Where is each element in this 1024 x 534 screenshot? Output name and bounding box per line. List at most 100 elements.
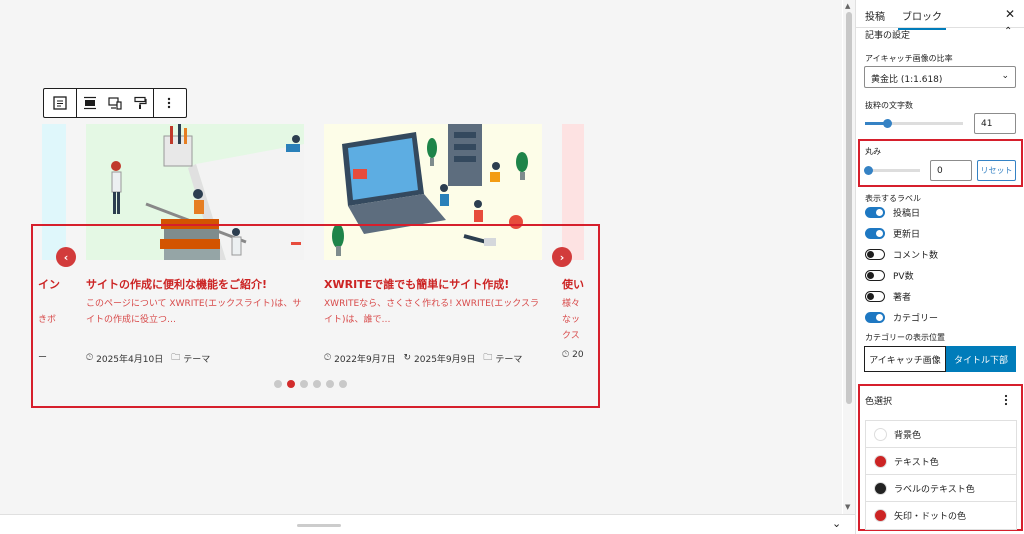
carousel-dot[interactable]	[300, 380, 308, 388]
toggle-row[interactable]: コメント数	[865, 248, 938, 261]
clock-icon: 🕒︎	[86, 353, 94, 363]
color-option-label: テキスト色	[894, 457, 939, 468]
toggle-switch[interactable]	[865, 291, 885, 302]
toggle-row[interactable]: 更新日	[865, 227, 920, 240]
card-thumbnail	[86, 124, 304, 260]
devices-icon	[108, 97, 122, 110]
color-option-label: 矢印・ドットの色	[894, 512, 967, 522]
carousel-dot[interactable]	[287, 380, 295, 388]
align-button[interactable]	[77, 89, 103, 117]
toggle-row[interactable]: 著者	[865, 290, 911, 303]
category-position-label: カテゴリーの表示位置	[865, 333, 945, 342]
toggle-row[interactable]: カテゴリー	[865, 311, 938, 324]
toggle-knob	[867, 251, 874, 258]
option-below-title[interactable]: タイトル下部	[946, 346, 1016, 372]
editor-canvas[interactable]: イン きボ ー サイトの作成に便利な機能をご紹介! このページについて XWRI…	[0, 0, 842, 514]
chevron-left-icon: ‹	[63, 250, 69, 264]
settings-sidebar: 投稿 ブロック ✕ 記事の設定 ⌃ アイキャッチ画像の比率 黄金比 (1:1.6…	[855, 0, 1024, 534]
carousel-next-button[interactable]: ›	[552, 247, 572, 267]
excerpt-length-label: 抜粋の文字数	[865, 101, 913, 110]
tab-post[interactable]: 投稿	[865, 8, 885, 23]
color-swatch	[874, 427, 887, 441]
toggle-label: 更新日	[893, 230, 921, 240]
toggle-switch[interactable]	[865, 249, 885, 260]
updated-date: 2025年9月9日	[414, 354, 476, 365]
color-option-label: ラベルのテキスト色	[894, 484, 975, 495]
toggle-switch[interactable]	[865, 207, 885, 218]
excerpt-length-input[interactable]: 41	[974, 113, 1016, 134]
carousel-dot[interactable]	[274, 380, 282, 388]
option-eyecatch[interactable]: アイキャッチ画像	[864, 346, 946, 372]
folder-icon: 🗀	[171, 353, 181, 363]
illustration-image	[86, 124, 304, 260]
radius-slider[interactable]	[864, 166, 920, 175]
toggle-switch[interactable]	[865, 270, 885, 281]
card-excerpt: XWRITEなら、さくさく作れる! XWRITE(エックスライト)は、誰で…	[324, 299, 540, 325]
labels-title: 表示するラベル	[865, 194, 921, 203]
aspect-select[interactable]: 黄金比 (1:1.618) ⌄	[864, 66, 1016, 88]
scroll-up-icon[interactable]: ▲	[845, 2, 850, 10]
card-meta: ー	[38, 350, 50, 363]
illustration-image	[324, 124, 542, 260]
more-vertical-icon[interactable]	[1004, 391, 1008, 410]
more-options-button[interactable]	[154, 89, 184, 117]
post-category[interactable]: テーマ	[183, 352, 210, 365]
tab-block[interactable]: ブロック	[898, 8, 946, 30]
post-category[interactable]: テーマ	[495, 352, 522, 365]
card-meta-text: 20	[572, 350, 584, 360]
card-thumbnail	[562, 124, 584, 260]
reset-button[interactable]: リセット	[977, 160, 1016, 181]
color-swatch	[874, 454, 887, 468]
card-meta: 🕒︎ 20	[562, 350, 584, 360]
color-option[interactable]: テキスト色	[866, 448, 1016, 475]
color-option[interactable]: 矢印・ドットの色	[866, 502, 1016, 529]
device-preview-button[interactable]	[103, 89, 127, 117]
chevron-up-icon[interactable]: ⌃	[1004, 26, 1012, 37]
toggle-row[interactable]: PV数	[865, 269, 914, 282]
toggle-switch[interactable]	[865, 312, 885, 323]
more-vertical-icon	[167, 97, 171, 109]
carousel-dot[interactable]	[326, 380, 334, 388]
chevron-down-icon[interactable]: ⌄	[832, 517, 841, 530]
aspect-label: アイキャッチ画像の比率	[865, 54, 953, 63]
toggle-knob	[876, 314, 883, 321]
close-icon[interactable]: ✕	[1005, 7, 1015, 21]
color-option[interactable]: ラベルのテキスト色	[866, 475, 1016, 502]
card-title[interactable]: XWRITEで誰でも簡単にサイト作成!	[324, 276, 544, 292]
carousel-dot[interactable]	[339, 380, 347, 388]
color-section-title: 色選択	[865, 397, 893, 407]
color-swatch	[874, 481, 887, 495]
resize-handle[interactable]	[297, 524, 341, 527]
slider-handle[interactable]	[864, 166, 873, 175]
post-date: 2025年4月10日	[96, 354, 164, 365]
block-list-icon	[53, 96, 67, 110]
card-title[interactable]: サイトの作成に便利な機能をご紹介!	[86, 276, 306, 292]
carousel-prev-button[interactable]: ‹	[56, 247, 76, 267]
folder-icon: 🗀	[483, 353, 493, 363]
carousel-dot[interactable]	[313, 380, 321, 388]
color-swatch	[874, 509, 887, 522]
block-type-button[interactable]	[44, 89, 76, 117]
slider-handle[interactable]	[883, 119, 892, 128]
toggle-row[interactable]: 投稿日	[865, 206, 920, 219]
radius-input[interactable]: 0	[930, 160, 972, 181]
color-option[interactable]: 背景色	[866, 421, 1016, 448]
color-option-label: 背景色	[894, 430, 922, 441]
radius-label: 丸み	[865, 147, 881, 156]
toggle-knob	[876, 230, 883, 237]
card-thumbnail	[324, 124, 542, 260]
sidebar-tabs: 投稿 ブロック ✕	[856, 0, 1024, 30]
scroll-down-icon[interactable]: ▼	[845, 503, 850, 511]
aspect-select-value: 黄金比 (1:1.618)	[871, 75, 943, 85]
excerpt-length-slider[interactable]	[865, 119, 963, 128]
editor-footer: ⌄	[0, 514, 855, 534]
style-button[interactable]	[127, 89, 153, 117]
canvas-scrollbar[interactable]: ▲ ▼	[843, 0, 855, 514]
scrollbar-thumb[interactable]	[846, 12, 852, 404]
toggle-switch[interactable]	[865, 228, 885, 239]
toggle-label: コメント数	[893, 251, 939, 261]
chevron-down-icon: ⌄	[1001, 71, 1009, 81]
section-title[interactable]: 記事の設定	[865, 28, 910, 41]
card-meta: 🕒︎ 2022年9月7日 ↻ 2025年9月9日 🗀 テーマ	[324, 350, 525, 366]
card-title[interactable]: 使い	[562, 276, 584, 292]
